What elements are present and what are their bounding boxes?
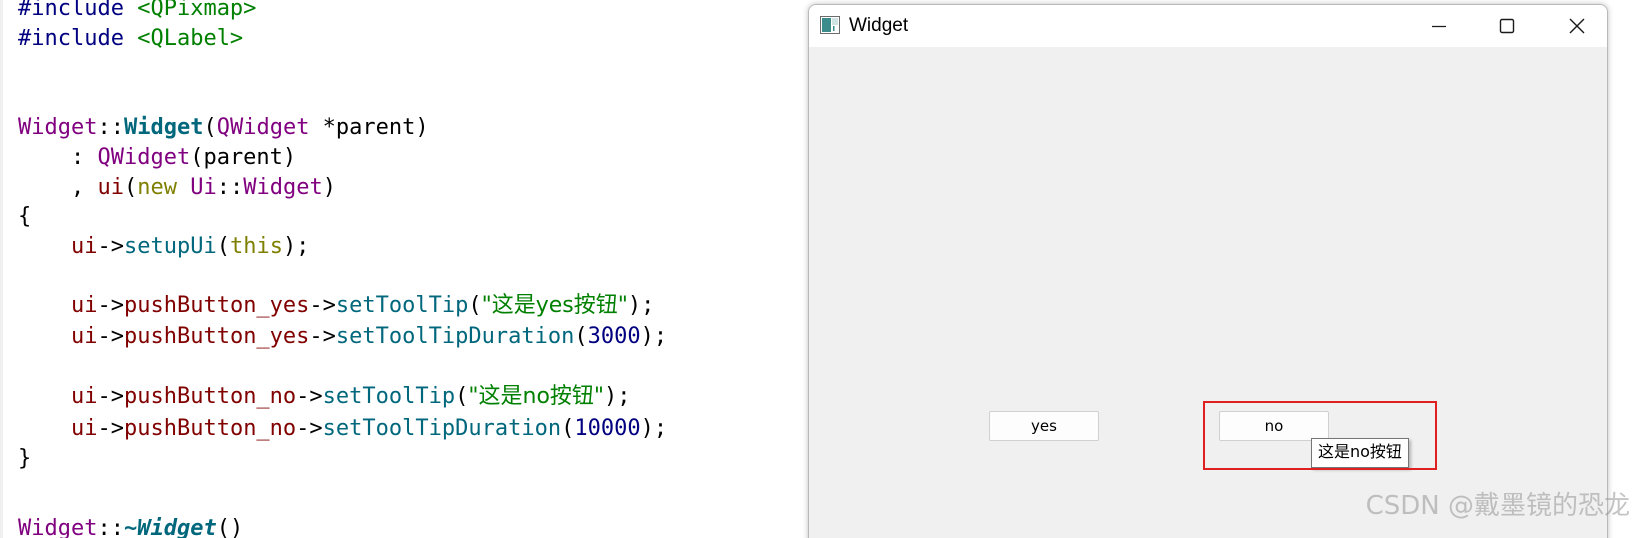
code-line-brace-close: } (18, 446, 32, 471)
no-button[interactable]: no (1219, 411, 1329, 441)
minimize-icon (1432, 25, 1446, 28)
code-line-constructor: Widget::Widget(QWidget *parent) (18, 113, 429, 143)
code-line-brace-open: { (18, 204, 32, 229)
member-button: pushButton_yes (123, 324, 310, 349)
code-line-include-qlabel: #include <QLabel> (18, 24, 243, 54)
arrow-operator: -> (309, 293, 336, 318)
code-line-init-base: : QWidget(parent) (18, 143, 296, 173)
member-button: pushButton_no (123, 416, 297, 441)
constructor-name: Widget (123, 115, 204, 140)
member-ui: ui (70, 234, 98, 259)
member-ui: ui (70, 384, 98, 409)
code-line-setup-ui: ui->setupUi(this); (18, 232, 309, 262)
arrow-operator: -> (97, 416, 124, 441)
paren: ( (561, 416, 575, 441)
member-ui: ui (70, 293, 98, 318)
window-titlebar[interactable]: Widget (809, 5, 1607, 47)
method-name: setToolTip (335, 293, 469, 318)
statement-end: ); (282, 234, 310, 259)
method-name: setupUi (123, 234, 217, 259)
number-literal: 10000 (574, 416, 641, 441)
number-literal: 3000 (587, 324, 641, 349)
class-name: Widget (243, 175, 323, 200)
code-line-duration-yes: ui->pushButton_yes->setToolTipDuration(3… (18, 322, 667, 352)
member-ui: ui (97, 175, 124, 200)
base-class: QWidget (97, 145, 191, 170)
param-name: *parent) (309, 115, 429, 140)
window-title: Widget (849, 15, 909, 36)
paren: ( (216, 234, 230, 259)
arrow-operator: -> (296, 416, 323, 441)
minimize-button[interactable] (1409, 5, 1469, 47)
code-line-tooltip-yes: ui->pushButton_yes->setToolTip("这是yes按钮"… (18, 291, 654, 321)
scope-operator: :: (97, 115, 124, 140)
code-editor[interactable]: #include <QPixmap> #include <QLabel> Wid… (0, 0, 800, 538)
keyword-this: this (229, 234, 283, 259)
close-icon (1569, 18, 1585, 34)
class-name: Widget (18, 115, 98, 140)
init-prefix: , (18, 175, 98, 200)
arrow-operator: -> (296, 384, 323, 409)
destructor-name: ~Widget (123, 516, 217, 538)
code-line-duration-no: ui->pushButton_no->setToolTipDuration(10… (18, 414, 667, 444)
preprocessor-directive: #include (18, 26, 124, 51)
class-name: Widget (18, 516, 98, 538)
paren: ( (203, 115, 217, 140)
method-name: setToolTip (322, 384, 456, 409)
code-line-tooltip-no: ui->pushButton_no->setToolTip("这是no按钮"); (18, 382, 631, 412)
scope-operator: :: (97, 516, 124, 538)
keyword-new: new (137, 175, 177, 200)
init-prefix: : (18, 145, 98, 170)
include-target: <QPixmap> (137, 0, 257, 21)
namespace: Ui (190, 175, 217, 200)
arrow-operator: -> (97, 234, 124, 259)
arrow-operator: -> (97, 293, 124, 318)
statement-end: ); (604, 384, 631, 409)
param-type: QWidget (216, 115, 310, 140)
statement-end: ); (640, 416, 668, 441)
paren: () (216, 516, 244, 538)
statement-end: ); (640, 324, 668, 349)
arrow-operator: -> (97, 324, 124, 349)
no-button-tooltip: 这是no按钮 (1311, 438, 1409, 468)
member-ui: ui (70, 324, 98, 349)
qt-window-icon (820, 16, 840, 34)
init-args: (parent) (190, 145, 297, 170)
close-button[interactable] (1547, 5, 1607, 47)
watermark: CSDN @戴墨镜的恐龙 (1365, 491, 1630, 521)
member-button: pushButton_no (123, 384, 297, 409)
member-button: pushButton_yes (123, 293, 310, 318)
code-line-include-qpixmap: #include <QPixmap> (18, 0, 256, 24)
paren: ( (468, 293, 482, 318)
arrow-operator: -> (97, 384, 124, 409)
statement-end: ); (627, 293, 655, 318)
code-line-destructor: Widget::~Widget() (18, 514, 243, 538)
paren: ( (123, 175, 138, 200)
paren: ( (455, 384, 469, 409)
method-name: setToolTipDuration (322, 416, 562, 441)
paren: ( (574, 324, 588, 349)
paren: ) (322, 175, 336, 200)
arrow-operator: -> (309, 324, 336, 349)
string-literal: "这是no按钮" (468, 384, 605, 409)
maximize-icon (1499, 18, 1515, 34)
method-name: setToolTipDuration (335, 324, 575, 349)
maximize-button[interactable] (1477, 5, 1537, 47)
include-target: <QLabel> (137, 26, 244, 51)
widget-window: Widget yes no 这是no按钮 (808, 4, 1608, 538)
preprocessor-directive: #include (18, 0, 124, 21)
yes-button[interactable]: yes (989, 411, 1099, 441)
string-literal: "这是yes按钮" (481, 293, 628, 318)
scope-operator: :: (216, 175, 244, 200)
code-line-init-ui: , ui(new Ui::Widget) (18, 173, 336, 203)
member-ui: ui (70, 416, 98, 441)
